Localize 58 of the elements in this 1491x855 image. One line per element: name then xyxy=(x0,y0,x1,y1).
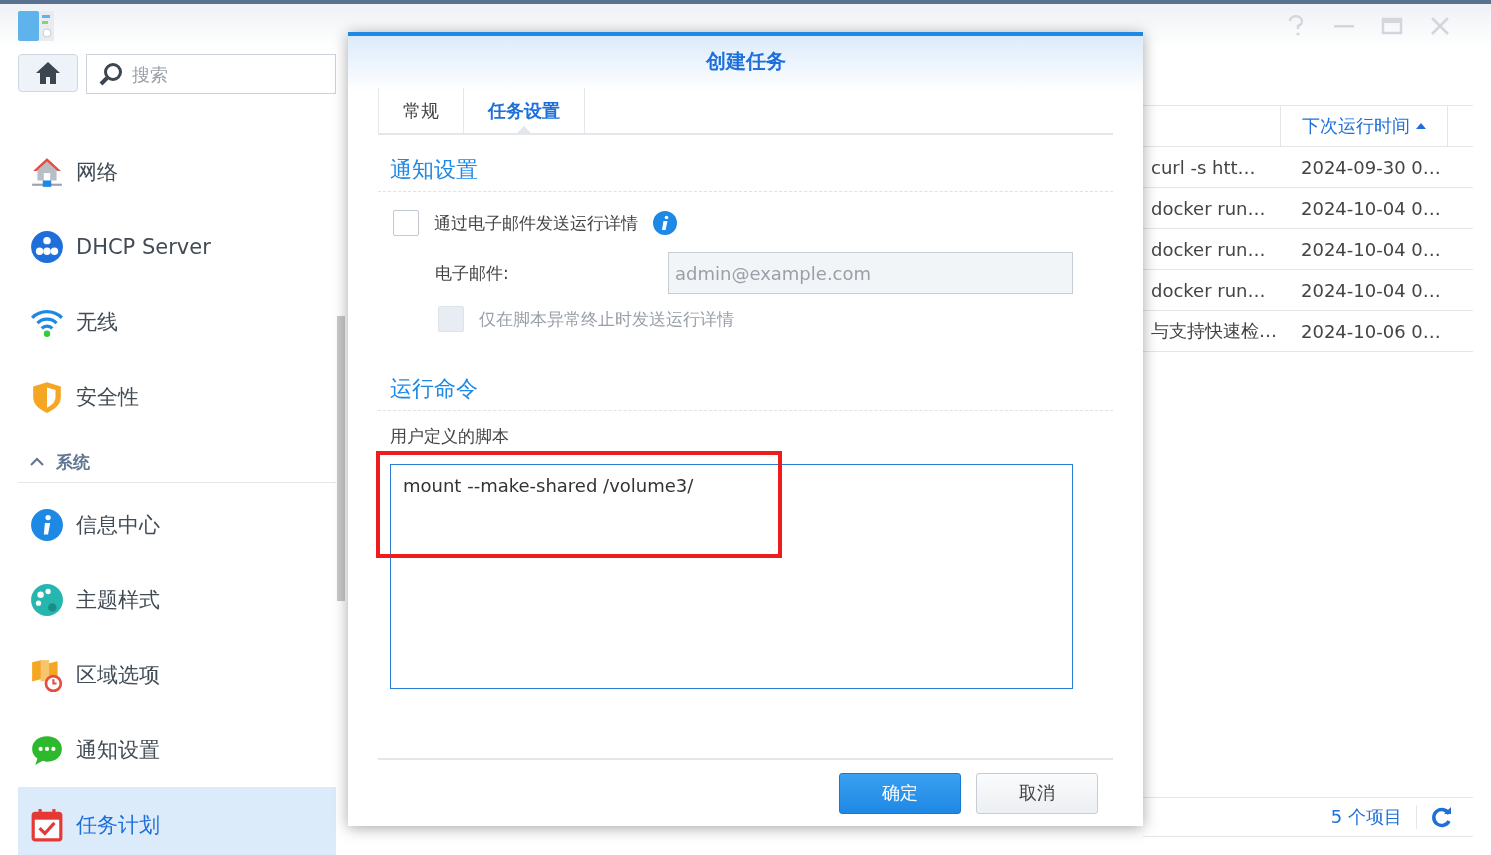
table-cell: 2024-10-04 0… xyxy=(1301,197,1441,219)
item-count: 5 个项目 xyxy=(1330,805,1417,829)
sidebar-item[interactable]: 区域选项 xyxy=(18,637,336,712)
dhcp-icon xyxy=(30,229,64,264)
calendar-check-icon xyxy=(30,807,64,842)
sidebar-item-label: DHCP Server xyxy=(76,234,211,259)
table-cell-text: curl -s htt… xyxy=(1150,156,1257,178)
info-icon[interactable] xyxy=(653,211,677,235)
sidebar-item-label: 通知设置 xyxy=(76,736,160,764)
sidebar-item-label: 网络 xyxy=(76,158,118,186)
column-header[interactable]: 下次运行时间 xyxy=(1281,106,1448,146)
table-cell: 2024-10-04 0… xyxy=(1301,238,1441,260)
script-text-area[interactable]: mount --make-shared /volume3/ xyxy=(390,463,1073,689)
checkbox-label: 仅在脚本异常终止时发送运行详情 xyxy=(479,307,734,331)
scrollbar[interactable] xyxy=(337,316,345,601)
table-cell: 2024-10-04 0… xyxy=(1301,279,1441,301)
sidebar-item[interactable]: 通知设置 xyxy=(18,712,336,787)
table-cell-text: docker run… xyxy=(1150,238,1267,260)
field-label: 用户定义的脚本 xyxy=(390,427,509,446)
section-heading: 运行命令 xyxy=(378,354,1113,411)
sidebar-item-label: 信息中心 xyxy=(76,511,160,539)
map-clock-icon xyxy=(30,657,64,692)
sidebar-item-label: 无线 xyxy=(76,308,118,336)
tab[interactable]: 常规 xyxy=(378,88,463,133)
dialog-title: 创建任务 xyxy=(705,48,786,75)
sidebar-item[interactable]: 任务计划 xyxy=(18,787,336,855)
sidebar-item[interactable]: 无线 xyxy=(18,284,336,359)
sidebar-item[interactable]: DHCP Server xyxy=(18,209,336,284)
control-panel-app-icon xyxy=(18,11,54,41)
table-cell: 2024-09-30 0… xyxy=(1301,156,1441,178)
sidebar-item[interactable]: 信息中心 xyxy=(18,487,336,562)
sidebar-item[interactable]: 网络 xyxy=(18,134,336,209)
table-cell-text: 与支持快速检… xyxy=(1150,319,1278,343)
checkbox[interactable] xyxy=(393,210,419,236)
field-label: 电子邮件: xyxy=(435,261,510,285)
home-button[interactable] xyxy=(18,54,78,92)
palette-icon xyxy=(30,582,64,617)
sidebar-item-label: 任务计划 xyxy=(76,811,160,839)
section-heading: 通知设置 xyxy=(378,135,1113,192)
refresh-icon[interactable] xyxy=(1431,806,1453,828)
search-field[interactable]: 搜索 xyxy=(86,54,336,94)
info-icon xyxy=(30,507,64,542)
table-cell: 2024-10-06 0… xyxy=(1301,320,1441,342)
table-cell-text: docker run… xyxy=(1150,279,1267,301)
sidebar-item-label: 主题样式 xyxy=(76,586,160,614)
cancel-button[interactable]: 取消 xyxy=(976,772,1098,814)
sort-up-icon xyxy=(1416,123,1426,129)
sidebar-item-label: 区域选项 xyxy=(76,661,160,689)
home-icon xyxy=(35,61,61,85)
tab[interactable]: 任务设置 xyxy=(463,88,585,133)
sidebar-group-header[interactable]: 系统 xyxy=(18,442,336,483)
shield-icon xyxy=(30,379,64,414)
sidebar-item[interactable]: 主题样式 xyxy=(18,562,336,637)
table-cell-text: docker run… xyxy=(1150,197,1267,219)
checkbox-label: 通过电子邮件发送运行详情 xyxy=(434,211,638,235)
sidebar-item-label: 安全性 xyxy=(76,383,139,411)
sidebar-item[interactable]: 安全性 xyxy=(18,359,336,434)
search-icon xyxy=(98,61,124,87)
